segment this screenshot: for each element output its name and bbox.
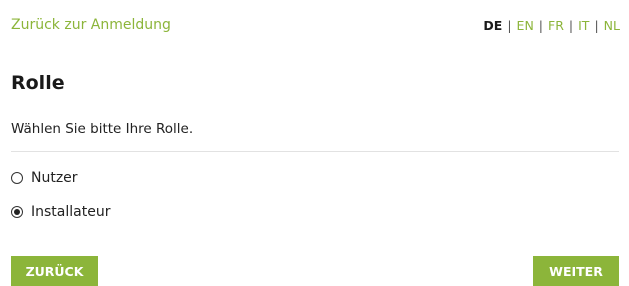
radio-installateur[interactable] [11, 206, 23, 218]
radio-nutzer[interactable] [11, 172, 23, 184]
role-option-nutzer[interactable]: Nutzer [11, 170, 78, 186]
role-option-label: Nutzer [31, 170, 78, 186]
lang-nl[interactable]: NL [604, 18, 620, 33]
lang-separator: | [568, 18, 574, 33]
back-to-login-link[interactable]: Zurück zur Anmeldung [11, 17, 171, 33]
role-option-label: Installateur [31, 204, 111, 220]
page-title: Rolle [11, 72, 65, 94]
role-selection-page: Zurück zur Anmeldung DE | EN | FR | IT | NL Roll… [0, 0, 629, 286]
lang-separator: | [507, 18, 512, 33]
page-instruction: Wählen Sie bitte Ihre Rolle. [11, 121, 194, 137]
role-option-installateur[interactable]: Installateur [11, 204, 110, 220]
lang-it[interactable]: IT [578, 18, 589, 33]
lang-separator: | [538, 18, 544, 33]
lang-fr[interactable]: FR [548, 18, 564, 33]
next-button[interactable]: WEITER [533, 256, 619, 286]
lang-de[interactable]: DE [483, 18, 502, 33]
divider [11, 151, 619, 152]
back-button[interactable]: ZURÜCK [11, 256, 98, 286]
lang-separator: | [594, 18, 599, 33]
language-switcher: DE | EN | FR | IT | NL [483, 18, 620, 33]
lang-en[interactable]: EN [517, 18, 534, 33]
